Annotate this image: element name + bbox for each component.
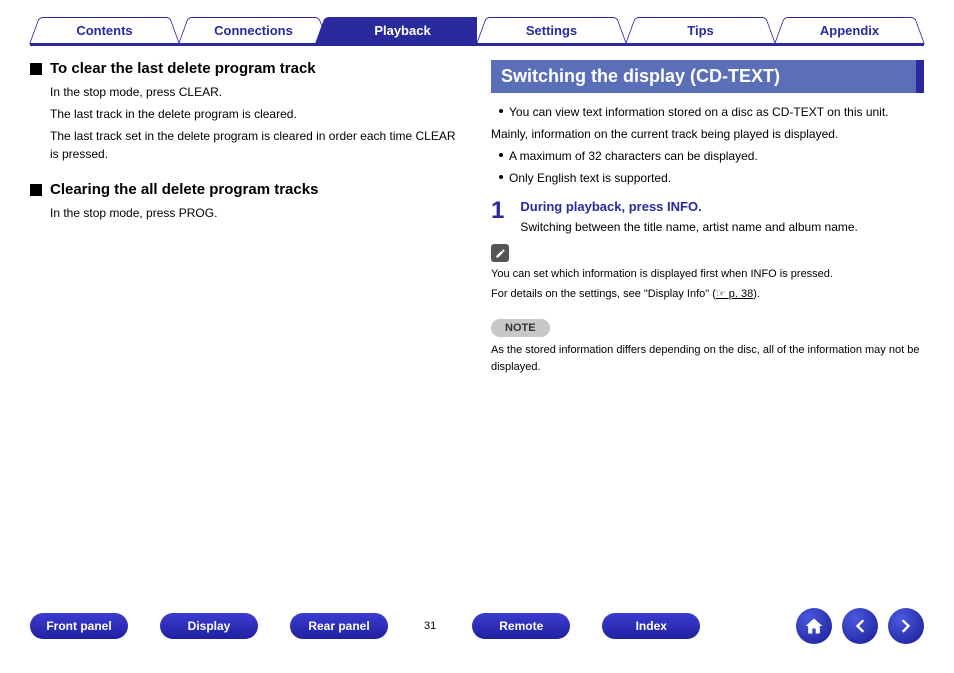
bullet-item: A maximum of 32 characters can be displa…	[499, 147, 924, 165]
bullet-icon	[499, 109, 503, 113]
top-tabs: Contents Connections Playback Settings T…	[30, 16, 924, 46]
tab-settings[interactable]: Settings	[477, 17, 626, 43]
bullet-text: Only English text is supported.	[509, 169, 671, 187]
tab-label: Tips	[687, 23, 714, 38]
square-bullet-icon	[30, 63, 42, 75]
step-number: 1	[491, 199, 504, 234]
remote-button[interactable]: Remote	[472, 613, 570, 639]
tip-text: For details on the settings, see "Displa…	[491, 286, 924, 303]
bullet-item: You can view text information stored on …	[499, 103, 924, 121]
heading-clear-last: To clear the last delete program track	[30, 60, 463, 77]
tab-connections[interactable]: Connections	[179, 17, 328, 43]
body-text: In the stop mode, press PROG.	[50, 204, 463, 222]
arrow-right-icon	[896, 616, 916, 636]
home-icon	[804, 616, 824, 636]
tab-label: Contents	[76, 23, 132, 38]
bullet-icon	[499, 153, 503, 157]
page-number: 31	[420, 620, 440, 632]
bullet-icon	[499, 175, 503, 179]
forward-button[interactable]	[888, 608, 924, 644]
footer-left: Front panel Display Rear panel 31 Remote…	[30, 613, 700, 639]
index-button[interactable]: Index	[602, 613, 700, 639]
content-area: To clear the last delete program track I…	[30, 46, 924, 593]
tab-label: Connections	[214, 23, 293, 38]
step-description: Switching between the title name, artist…	[520, 220, 858, 234]
tab-label: Playback	[374, 23, 430, 38]
heading-clear-all: Clearing the all delete program tracks	[30, 181, 463, 198]
button-label: Front panel	[46, 619, 111, 633]
tab-contents[interactable]: Contents	[30, 17, 179, 43]
body-text: The last track set in the delete program…	[50, 127, 463, 163]
button-label: Remote	[499, 619, 543, 633]
body-text: The last track in the delete program is …	[50, 105, 463, 123]
tab-tips[interactable]: Tips	[626, 17, 775, 43]
body-text: Mainly, information on the current track…	[491, 125, 924, 143]
button-label: Rear panel	[308, 619, 369, 633]
step-title: During playback, press INFO.	[520, 199, 858, 214]
page-ref-link[interactable]: ☞ p. 38	[716, 288, 753, 300]
tab-appendix[interactable]: Appendix	[775, 17, 924, 43]
bullet-text: You can view text information stored on …	[509, 103, 889, 121]
bullet-text: A maximum of 32 characters can be displa…	[509, 147, 758, 165]
button-label: Display	[188, 619, 231, 633]
heading-text: Clearing the all delete program tracks	[50, 181, 318, 198]
note-body: As the stored information differs depend…	[491, 342, 924, 375]
front-panel-button[interactable]: Front panel	[30, 613, 128, 639]
button-label: Index	[636, 619, 667, 633]
tip-post: ).	[753, 288, 760, 300]
back-button[interactable]	[842, 608, 878, 644]
footer-nav	[796, 608, 924, 644]
tab-label: Appendix	[820, 23, 879, 38]
tab-playback[interactable]: Playback	[328, 17, 477, 43]
tab-label: Settings	[526, 23, 577, 38]
footer: Front panel Display Rear panel 31 Remote…	[30, 593, 924, 673]
tip-text: You can set which information is display…	[491, 266, 924, 283]
home-button[interactable]	[796, 608, 832, 644]
body-text: In the stop mode, press CLEAR.	[50, 83, 463, 101]
step-1: 1 During playback, press INFO. Switching…	[491, 199, 924, 234]
arrow-left-icon	[850, 616, 870, 636]
note-badge: NOTE	[491, 319, 550, 337]
rear-panel-button[interactable]: Rear panel	[290, 613, 388, 639]
heading-text: To clear the last delete program track	[50, 60, 316, 77]
section-title: Switching the display (CD-TEXT)	[491, 60, 924, 93]
tip-pre: For details on the settings, see "Displa…	[491, 288, 716, 300]
display-button[interactable]: Display	[160, 613, 258, 639]
pencil-icon	[491, 244, 509, 262]
bullet-item: Only English text is supported.	[499, 169, 924, 187]
left-column: To clear the last delete program track I…	[30, 60, 463, 593]
right-column: Switching the display (CD-TEXT) You can …	[491, 60, 924, 593]
square-bullet-icon	[30, 184, 42, 196]
